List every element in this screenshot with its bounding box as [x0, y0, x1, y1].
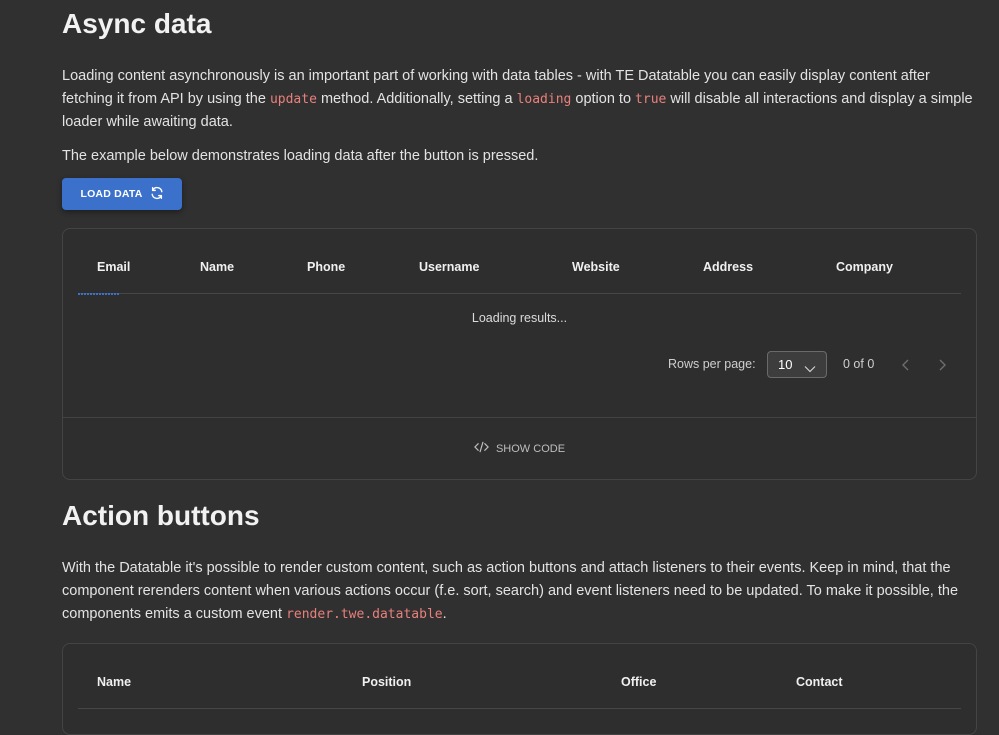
- column-header-email[interactable]: Email: [97, 260, 130, 274]
- column-header-name[interactable]: Name: [200, 260, 234, 274]
- column-header-position[interactable]: Position: [362, 675, 411, 689]
- loading-progress-bar: [78, 293, 120, 295]
- code-icon: [474, 441, 489, 456]
- loading-message: Loading results...: [471, 311, 568, 325]
- code-render-event: render.twe.datatable: [286, 607, 443, 622]
- show-code-label: SHOW CODE: [495, 442, 566, 455]
- column-header-office[interactable]: Office: [621, 675, 656, 689]
- column-header-username[interactable]: Username: [419, 260, 479, 274]
- action-buttons-datatable: Name Position Office Contact: [62, 643, 977, 735]
- refresh-icon: [150, 186, 164, 203]
- code-update: update: [269, 92, 317, 107]
- chevron-down-icon: [804, 361, 816, 373]
- chevron-right-icon[interactable]: [935, 358, 949, 372]
- load-data-label: LOAD DATA: [80, 188, 143, 200]
- async-example-note: The example below demonstrates loading d…: [62, 148, 539, 164]
- async-description: Loading content asynchronously is an imp…: [62, 68, 973, 130]
- column-header-company[interactable]: Company: [836, 260, 893, 274]
- action-buttons-title: Action buttons: [62, 500, 260, 531]
- pagination-info: 0 of 0: [843, 357, 875, 371]
- column-header-contact[interactable]: Contact: [796, 675, 843, 689]
- header-divider: [78, 708, 961, 709]
- rows-per-page-value: 10: [778, 357, 793, 372]
- show-code-button[interactable]: SHOW CODE: [63, 441, 976, 456]
- load-data-button[interactable]: LOAD DATA: [62, 178, 182, 210]
- rows-per-page-label: Rows per page:: [668, 357, 756, 371]
- column-header-name[interactable]: Name: [97, 675, 131, 689]
- header-divider: [78, 293, 961, 294]
- column-header-phone[interactable]: Phone: [307, 260, 345, 274]
- column-header-address[interactable]: Address: [703, 260, 753, 274]
- rows-per-page-select[interactable]: 10: [767, 351, 827, 378]
- async-datatable: Email Name Phone Username Website Addres…: [62, 228, 977, 480]
- code-loading: loading: [516, 92, 572, 107]
- code-true: true: [635, 92, 667, 107]
- card-footer-divider: [63, 417, 976, 418]
- action-buttons-description: With the Datatable it's possible to rend…: [62, 560, 959, 622]
- column-header-website[interactable]: Website: [572, 260, 620, 274]
- chevron-left-icon[interactable]: [899, 358, 913, 372]
- async-data-title: Async data: [62, 8, 212, 39]
